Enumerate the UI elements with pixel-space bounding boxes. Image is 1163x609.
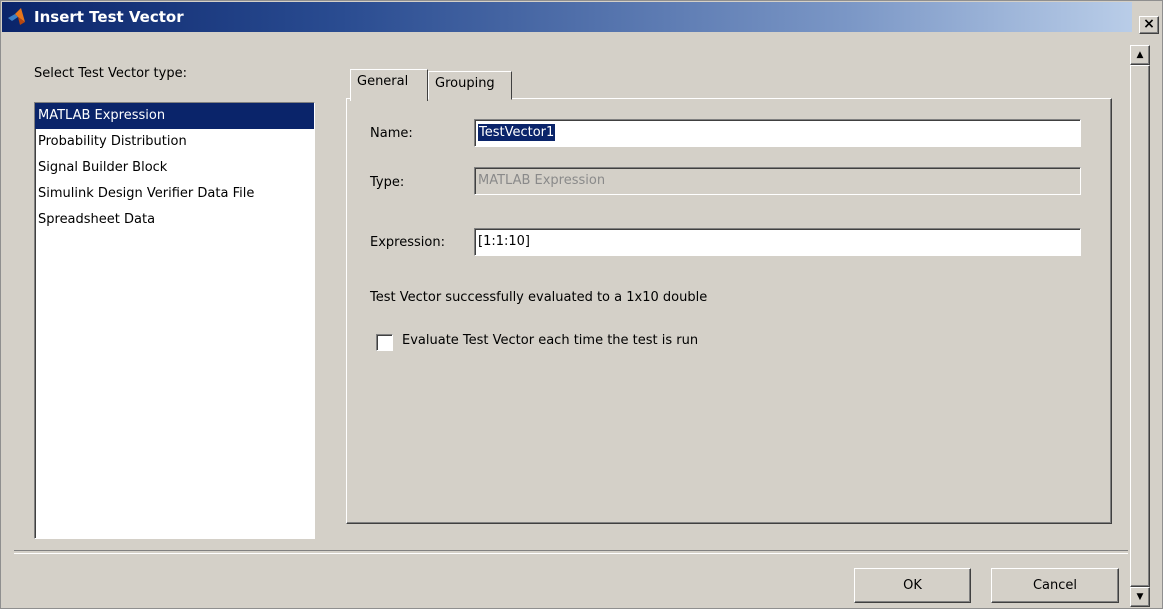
insert-test-vector-dialog: Insert Test Vector × ▲ ▼ Select Test Vec… [0,0,1163,609]
scroll-up-button[interactable]: ▲ [1130,45,1150,65]
button-separator [14,550,1128,554]
matlab-logo-icon [8,8,28,26]
evaluate-each-run-label[interactable]: Evaluate Test Vector each time the test … [402,333,698,348]
name-field[interactable]: TestVector1 [474,119,1081,147]
scroll-thumb[interactable] [1130,65,1150,587]
list-item-matlab-expression[interactable]: MATLAB Expression [35,103,314,129]
list-item-sldv-data-file[interactable]: Simulink Design Verifier Data File [35,181,314,207]
name-label: Name: [370,126,413,141]
type-list-label: Select Test Vector type: [34,66,187,81]
evaluation-status-text: Test Vector successfully evaluated to a … [370,290,708,305]
tab-grouping[interactable]: Grouping [428,71,512,100]
vertical-scrollbar[interactable]: ▲ ▼ [1130,45,1150,607]
window-title: Insert Test Vector [34,8,184,26]
type-label: Type: [370,175,405,190]
list-item-probability-distribution[interactable]: Probability Distribution [35,129,314,155]
ok-button[interactable]: OK [854,568,971,603]
list-item-signal-builder-block[interactable]: Signal Builder Block [35,155,314,181]
general-tab-panel [346,98,1112,524]
expression-field[interactable]: [1:1:10] [474,228,1081,256]
test-vector-type-list[interactable]: MATLAB Expression Probability Distributi… [34,102,315,539]
close-button[interactable]: × [1139,16,1159,34]
tab-general[interactable]: General [350,69,428,101]
scroll-down-button[interactable]: ▼ [1130,587,1150,607]
evaluate-each-run-checkbox[interactable] [376,334,393,351]
expression-label: Expression: [370,235,445,250]
cancel-button[interactable]: Cancel [991,568,1119,603]
type-field: MATLAB Expression [474,167,1081,195]
title-bar[interactable]: Insert Test Vector [2,2,1132,32]
list-item-spreadsheet-data[interactable]: Spreadsheet Data [35,207,314,233]
name-value: TestVector1 [478,124,556,141]
